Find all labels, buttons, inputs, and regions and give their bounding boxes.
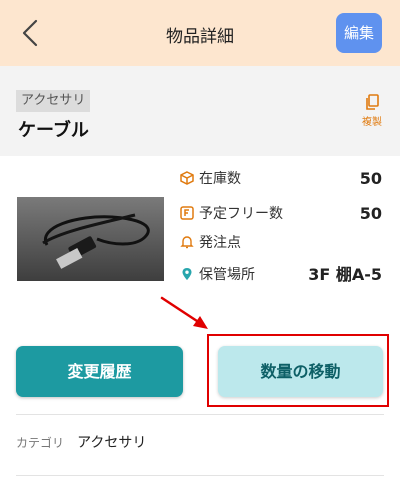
duplicate-label: 複製 bbox=[362, 117, 382, 128]
move-quantity-button[interactable]: 数量の移動 bbox=[218, 346, 383, 397]
f-badge-icon bbox=[180, 206, 194, 220]
category-tag: アクセサリ bbox=[16, 90, 91, 112]
duplicate-button[interactable]: 複製 bbox=[356, 94, 388, 134]
reorder-point-label: 発注点 bbox=[199, 235, 241, 251]
scheduled-free-label: 予定フリー数 bbox=[199, 206, 283, 222]
reorder-point-row: 発注点 bbox=[180, 232, 390, 254]
storage-location-label: 保管場所 bbox=[199, 267, 255, 283]
box-icon bbox=[180, 171, 194, 185]
top-app-bar: 物品詳細 編集 bbox=[0, 0, 400, 66]
divider bbox=[16, 414, 384, 415]
storage-location-value: 3F 棚A-5 bbox=[308, 265, 382, 284]
category-detail-label: カテゴリ bbox=[16, 436, 65, 450]
category-detail-value: アクセサリ bbox=[77, 435, 147, 451]
category-detail-row: カテゴリ アクセサリ bbox=[16, 432, 146, 454]
divider bbox=[16, 475, 384, 476]
storage-location-row: 保管場所 3F 棚A-5 bbox=[180, 264, 390, 286]
item-photo bbox=[17, 197, 164, 281]
stock-count-value: 50 bbox=[359, 169, 382, 188]
location-pin-icon bbox=[182, 268, 192, 280]
bell-icon bbox=[180, 236, 194, 249]
copy-icon bbox=[366, 94, 379, 110]
change-history-button[interactable]: 変更履歴 bbox=[16, 346, 183, 397]
scheduled-free-row: 予定フリー数 50 bbox=[180, 203, 390, 225]
scheduled-free-value: 50 bbox=[359, 204, 382, 223]
stock-count-row: 在庫数 50 bbox=[180, 168, 390, 190]
stock-count-label: 在庫数 bbox=[199, 171, 241, 187]
edit-button[interactable]: 編集 bbox=[336, 13, 382, 53]
item-name: ケーブル bbox=[18, 120, 89, 141]
item-title-section: アクセサリ ケーブル 複製 bbox=[0, 66, 400, 156]
